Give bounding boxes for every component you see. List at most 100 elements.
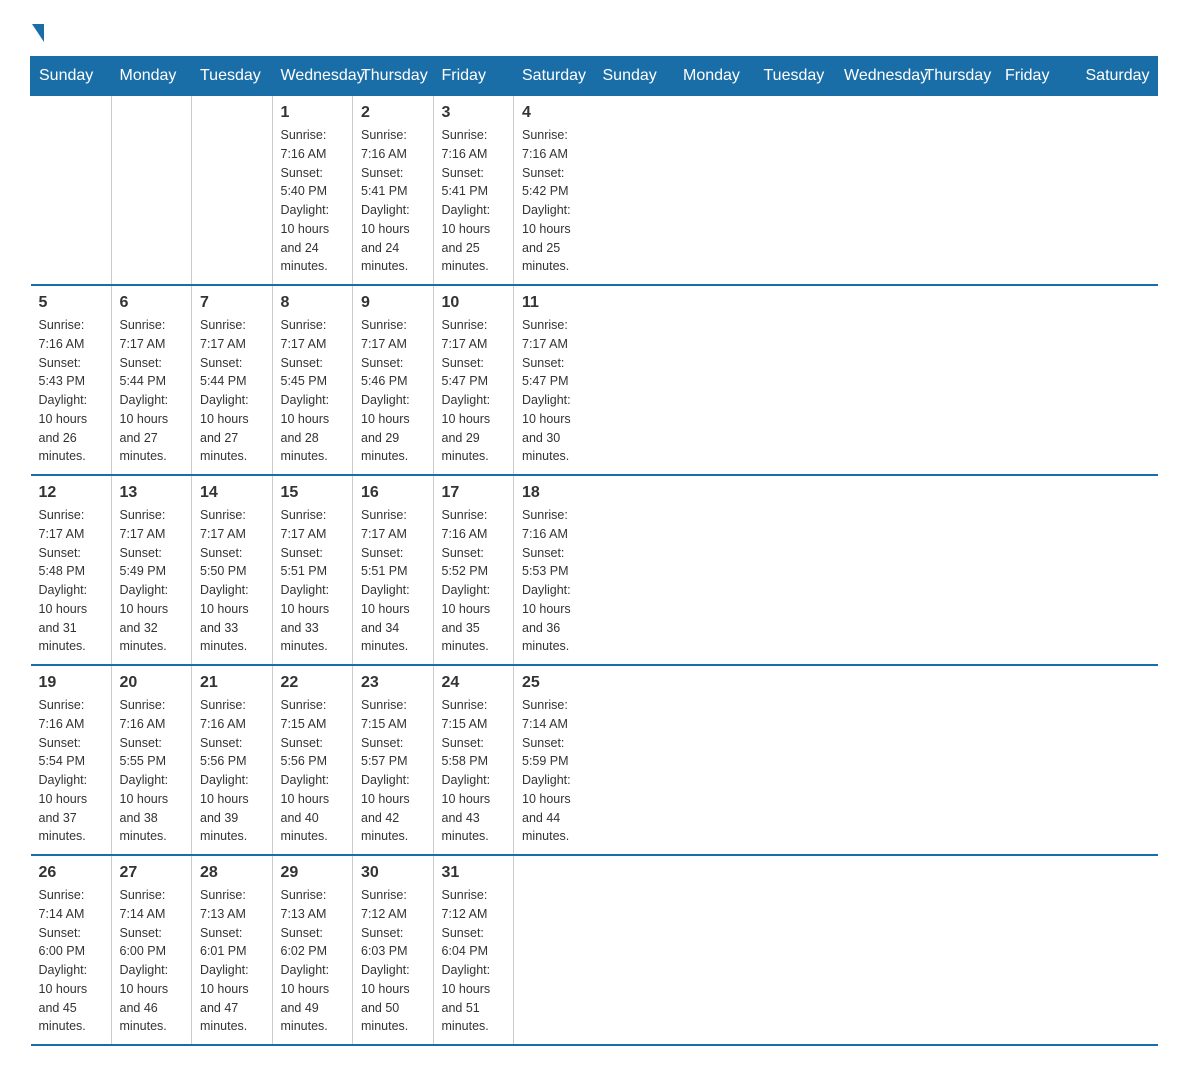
- calendar-cell: 20Sunrise: 7:16 AM Sunset: 5:55 PM Dayli…: [111, 665, 192, 855]
- day-info: Sunrise: 7:13 AM Sunset: 6:02 PM Dayligh…: [281, 886, 345, 1036]
- day-info: Sunrise: 7:16 AM Sunset: 5:56 PM Dayligh…: [200, 696, 264, 846]
- day-info: Sunrise: 7:17 AM Sunset: 5:44 PM Dayligh…: [200, 316, 264, 466]
- header-saturday: Saturday: [1077, 57, 1158, 96]
- day-number: 29: [281, 864, 345, 882]
- calendar-cell: 29 Sunrise: 7:13 AM Sunset: 6:02 PM Dayli…: [272, 855, 353, 1045]
- calendar-cell: 12 Sunrise: 7:17 AM Sunset: 5:48 PM Dayli…: [31, 475, 112, 665]
- day-number: 24: [442, 674, 506, 692]
- day-number: 7: [200, 294, 264, 312]
- calendar-cell: 15Sunrise: 7:17 AM Sunset: 5:51 PM Dayli…: [272, 475, 353, 665]
- day-info: Sunrise: 7:17 AM Sunset: 5:48 PM Dayligh…: [39, 506, 103, 656]
- calendar-cell: 21 Sunrise: 7:16 AM Sunset: 5:56 PM Dayli…: [192, 665, 273, 855]
- calendar-week-3: 12 Sunrise: 7:17 AM Sunset: 5:48 PM Dayli…: [31, 475, 1158, 665]
- day-info: Sunrise: 7:16 AM Sunset: 5:52 PM Dayligh…: [442, 506, 506, 656]
- calendar-cell: 30 Sunrise: 7:12 AM Sunset: 6:03 PM Dayli…: [353, 855, 434, 1045]
- calendar-header-row: SundayMondayTuesdayWednesdayThursdayFrid…: [31, 57, 1158, 96]
- calendar-cell: 10Sunrise: 7:17 AM Sunset: 5:47 PM Dayli…: [433, 285, 514, 475]
- day-number: 13: [120, 484, 184, 502]
- logo-triangle-icon: [32, 24, 44, 42]
- day-number: 22: [281, 674, 345, 692]
- day-number: 11: [522, 294, 586, 312]
- day-info: Sunrise: 7:17 AM Sunset: 5:47 PM Dayligh…: [442, 316, 506, 466]
- header-thursday: Thursday: [916, 57, 997, 96]
- calendar-cell: 25 Sunrise: 7:14 AM Sunset: 5:59 PM Dayli…: [514, 665, 595, 855]
- calendar-cell: [192, 96, 273, 286]
- calendar-table: SundayMondayTuesdayWednesdayThursdayFrid…: [30, 56, 1158, 1046]
- day-number: 8: [281, 294, 345, 312]
- day-number: 25: [522, 674, 586, 692]
- day-info: Sunrise: 7:16 AM Sunset: 5:42 PM Dayligh…: [522, 126, 586, 276]
- day-info: Sunrise: 7:17 AM Sunset: 5:51 PM Dayligh…: [361, 506, 425, 656]
- calendar-cell: 28Sunrise: 7:13 AM Sunset: 6:01 PM Dayli…: [192, 855, 273, 1045]
- header-monday: Monday: [111, 57, 192, 96]
- day-info: Sunrise: 7:15 AM Sunset: 5:58 PM Dayligh…: [442, 696, 506, 846]
- calendar-cell: 2 Sunrise: 7:16 AM Sunset: 5:41 PM Daylig…: [353, 96, 434, 286]
- header-wednesday: Wednesday: [836, 57, 917, 96]
- day-info: Sunrise: 7:17 AM Sunset: 5:47 PM Dayligh…: [522, 316, 586, 466]
- header-saturday: Saturday: [514, 57, 595, 96]
- day-info: Sunrise: 7:12 AM Sunset: 6:03 PM Dayligh…: [361, 886, 425, 1036]
- day-number: 27: [120, 864, 184, 882]
- day-info: Sunrise: 7:15 AM Sunset: 5:57 PM Dayligh…: [361, 696, 425, 846]
- logo: [30, 20, 46, 46]
- day-info: Sunrise: 7:15 AM Sunset: 5:56 PM Dayligh…: [281, 696, 345, 846]
- day-info: Sunrise: 7:16 AM Sunset: 5:54 PM Dayligh…: [39, 696, 103, 846]
- header-sunday: Sunday: [31, 57, 112, 96]
- header-tuesday: Tuesday: [192, 57, 273, 96]
- day-number: 31: [442, 864, 506, 882]
- day-info: Sunrise: 7:17 AM Sunset: 5:44 PM Dayligh…: [120, 316, 184, 466]
- day-info: Sunrise: 7:17 AM Sunset: 5:50 PM Dayligh…: [200, 506, 264, 656]
- calendar-cell: [31, 96, 112, 286]
- header-monday: Monday: [675, 57, 756, 96]
- day-number: 12: [39, 484, 103, 502]
- calendar-cell: 18Sunrise: 7:16 AM Sunset: 5:53 PM Dayli…: [514, 475, 595, 665]
- day-number: 9: [361, 294, 425, 312]
- calendar-cell: 6 Sunrise: 7:17 AM Sunset: 5:44 PM Daylig…: [111, 285, 192, 475]
- day-info: Sunrise: 7:17 AM Sunset: 5:46 PM Dayligh…: [361, 316, 425, 466]
- day-number: 6: [120, 294, 184, 312]
- calendar-cell: 13Sunrise: 7:17 AM Sunset: 5:49 PM Dayli…: [111, 475, 192, 665]
- day-number: 5: [39, 294, 103, 312]
- day-info: Sunrise: 7:14 AM Sunset: 6:00 PM Dayligh…: [39, 886, 103, 1036]
- calendar-cell: 9 Sunrise: 7:17 AM Sunset: 5:46 PM Daylig…: [353, 285, 434, 475]
- calendar-cell: 8Sunrise: 7:17 AM Sunset: 5:45 PM Daylig…: [272, 285, 353, 475]
- day-info: Sunrise: 7:17 AM Sunset: 5:51 PM Dayligh…: [281, 506, 345, 656]
- calendar-cell: 7 Sunrise: 7:17 AM Sunset: 5:44 PM Daylig…: [192, 285, 273, 475]
- header-thursday: Thursday: [353, 57, 434, 96]
- day-info: Sunrise: 7:16 AM Sunset: 5:55 PM Dayligh…: [120, 696, 184, 846]
- header-wednesday: Wednesday: [272, 57, 353, 96]
- calendar-cell: 4Sunrise: 7:16 AM Sunset: 5:42 PM Daylig…: [514, 96, 595, 286]
- calendar-cell: 27 Sunrise: 7:14 AM Sunset: 6:00 PM Dayli…: [111, 855, 192, 1045]
- day-number: 2: [361, 104, 425, 122]
- calendar-cell: 31Sunrise: 7:12 AM Sunset: 6:04 PM Dayli…: [433, 855, 514, 1045]
- day-number: 26: [39, 864, 103, 882]
- day-number: 23: [361, 674, 425, 692]
- day-info: Sunrise: 7:16 AM Sunset: 5:40 PM Dayligh…: [281, 126, 345, 276]
- day-number: 3: [442, 104, 506, 122]
- calendar-cell: 23 Sunrise: 7:15 AM Sunset: 5:57 PM Dayli…: [353, 665, 434, 855]
- day-number: 19: [39, 674, 103, 692]
- day-info: Sunrise: 7:14 AM Sunset: 6:00 PM Dayligh…: [120, 886, 184, 1036]
- calendar-cell: 3 Sunrise: 7:16 AM Sunset: 5:41 PM Daylig…: [433, 96, 514, 286]
- day-number: 28: [200, 864, 264, 882]
- day-number: 18: [522, 484, 586, 502]
- day-number: 16: [361, 484, 425, 502]
- day-info: Sunrise: 7:16 AM Sunset: 5:41 PM Dayligh…: [442, 126, 506, 276]
- day-number: 21: [200, 674, 264, 692]
- day-number: 17: [442, 484, 506, 502]
- calendar-cell: 22 Sunrise: 7:15 AM Sunset: 5:56 PM Dayli…: [272, 665, 353, 855]
- header-friday: Friday: [997, 57, 1078, 96]
- day-info: Sunrise: 7:16 AM Sunset: 5:41 PM Dayligh…: [361, 126, 425, 276]
- day-number: 30: [361, 864, 425, 882]
- day-number: 1: [281, 104, 345, 122]
- calendar-cell: 16 Sunrise: 7:17 AM Sunset: 5:51 PM Dayli…: [353, 475, 434, 665]
- calendar-cell: 17 Sunrise: 7:16 AM Sunset: 5:52 PM Dayli…: [433, 475, 514, 665]
- day-info: Sunrise: 7:14 AM Sunset: 5:59 PM Dayligh…: [522, 696, 586, 846]
- day-info: Sunrise: 7:16 AM Sunset: 5:43 PM Dayligh…: [39, 316, 103, 466]
- calendar-week-2: 5 Sunrise: 7:16 AM Sunset: 5:43 PM Daylig…: [31, 285, 1158, 475]
- calendar-week-1: 1 Sunrise: 7:16 AM Sunset: 5:40 PM Daylig…: [31, 96, 1158, 286]
- day-number: 14: [200, 484, 264, 502]
- calendar-cell: [111, 96, 192, 286]
- calendar-week-5: 26 Sunrise: 7:14 AM Sunset: 6:00 PM Dayli…: [31, 855, 1158, 1045]
- calendar-cell: 19 Sunrise: 7:16 AM Sunset: 5:54 PM Dayli…: [31, 665, 112, 855]
